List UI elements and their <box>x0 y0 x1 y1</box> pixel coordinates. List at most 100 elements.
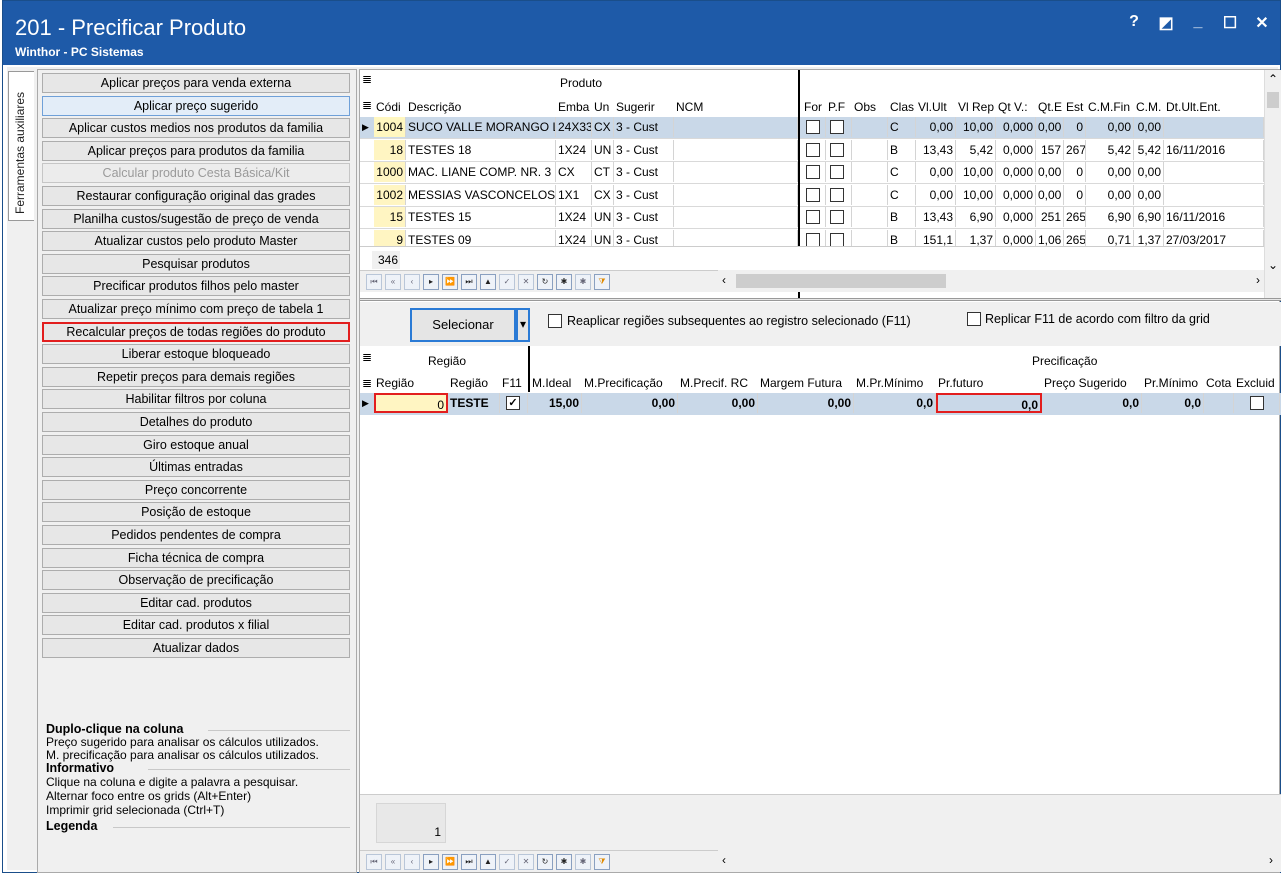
action-button-13[interactable]: Repetir preços para demais regiões <box>42 366 350 387</box>
nav-refresh-icon[interactable]: ↻ <box>537 854 553 870</box>
product-hscrollbar[interactable]: ‹ › <box>718 270 1264 292</box>
minimize-icon[interactable]: _ <box>1190 13 1206 33</box>
nav-last-icon[interactable]: ⏭ <box>461 854 477 870</box>
checkbox[interactable] <box>830 187 844 202</box>
action-button-18[interactable]: Preço concorrente <box>42 479 350 500</box>
nav-next-page-icon[interactable]: ⏩ <box>442 854 458 870</box>
action-button-21[interactable]: Ficha técnica de compra <box>42 547 350 568</box>
product-col-header[interactable]: Qt.E <box>1038 100 1064 114</box>
scroll-up-icon[interactable]: ⌃ <box>1268 72 1278 86</box>
region-hscrollbar[interactable]: ‹ › <box>718 850 1281 872</box>
nav-prev-page-icon[interactable]: « <box>385 854 401 870</box>
action-button-8[interactable]: Pesquisar produtos <box>42 253 350 274</box>
action-button-14[interactable]: Habilitar filtros por coluna <box>42 389 350 410</box>
restore-icon[interactable]: ◩ <box>1158 13 1174 33</box>
product-col-header[interactable]: C.M. <box>1136 100 1164 114</box>
product-col-header[interactable]: Obs <box>854 100 888 114</box>
nav-filter-icon[interactable]: ⧩ <box>594 854 610 870</box>
action-button-1[interactable]: Aplicar preço sugerido <box>42 95 350 116</box>
nav-first-icon[interactable]: ⏮ <box>366 274 382 290</box>
checkbox[interactable] <box>806 233 820 247</box>
product-col-header[interactable]: Clas <box>890 100 916 114</box>
checkbox[interactable] <box>830 233 844 247</box>
product-col-header[interactable]: P.F <box>828 100 852 114</box>
product-col-header[interactable]: Descrição <box>408 100 556 114</box>
nav-delete-icon[interactable]: ✱ <box>575 854 591 870</box>
maximize-icon[interactable]: ☐ <box>1222 13 1238 33</box>
region-col-header[interactable]: Preço Sugerido <box>1044 376 1142 390</box>
action-button-24[interactable]: Editar cad. produtos x filial <box>42 615 350 636</box>
action-button-7[interactable]: Atualizar custos pelo produto Master <box>42 231 350 252</box>
region-col-header[interactable]: Região <box>450 376 500 390</box>
product-col-header[interactable]: Códi <box>376 100 406 114</box>
nav-insert-icon[interactable]: ✱ <box>556 274 572 290</box>
region-col-header[interactable]: Excluid <box>1236 376 1280 390</box>
table-row[interactable]: 1002 MESSIAS VASCONCELOS 1X1 CX 3 - Cust C 0,0… <box>360 184 1264 207</box>
table-row[interactable]: 18 TESTES 18 1X24 UN 3 - Cust B 13,43 5,42 0,000… <box>360 139 1264 162</box>
action-button-16[interactable]: Giro estoque anual <box>42 434 350 455</box>
action-button-2[interactable]: Aplicar custos medios nos produtos da fa… <box>42 118 350 139</box>
product-vscrollbar[interactable]: ⌃ ⌄ <box>1264 70 1281 300</box>
product-col-header[interactable]: Est <box>1066 100 1086 114</box>
product-col-header[interactable]: Un <box>594 100 614 114</box>
select-button[interactable]: Selecionar <box>410 308 516 342</box>
nav-insert-icon[interactable]: ✱ <box>556 854 572 870</box>
nav-delete-icon[interactable]: ✱ <box>575 274 591 290</box>
table-row[interactable]: ▶ 1004 SUCO VALLE MORANGO LA 24X33 CX 3 - Cus… <box>360 117 1264 139</box>
checkbox[interactable] <box>806 187 820 202</box>
title-bar[interactable]: 201 - Precificar Produto Winthor - PC Si… <box>3 1 1280 65</box>
region-col-header[interactable]: M.Pr.Mínimo <box>856 376 936 390</box>
action-button-6[interactable]: Planilha custos/sugestão de preço de ven… <box>42 208 350 229</box>
product-col-header[interactable]: Sugerir <box>616 100 674 114</box>
nav-prev-page-icon[interactable]: « <box>385 274 401 290</box>
region-col-header[interactable]: Margem Futura <box>760 376 854 390</box>
action-button-23[interactable]: Editar cad. produtos <box>42 592 350 613</box>
nav-first-icon[interactable]: ⏮ <box>366 854 382 870</box>
region-col-header[interactable]: M.Precif. RC <box>680 376 758 390</box>
action-button-19[interactable]: Posição de estoque <box>42 502 350 523</box>
table-row[interactable]: 15 TESTES 15 1X24 UN 3 - Cust B 13,43 6,90 0,000… <box>360 207 1264 230</box>
product-col-header[interactable]: Vl.Ult <box>918 100 956 114</box>
close-icon[interactable]: ✕ <box>1254 13 1270 33</box>
product-col-header[interactable]: For <box>804 100 826 114</box>
scroll-thumb[interactable] <box>736 274 946 288</box>
scroll-right-icon[interactable]: › <box>1269 853 1273 867</box>
product-col-header[interactable]: Vl Rep <box>958 100 996 114</box>
action-button-5[interactable]: Restaurar configuração original das grad… <box>42 186 350 206</box>
table-row[interactable]: 1000 MAC. LIANE COMP. NR. 3 CX CT 3 - Cust C 0… <box>360 162 1264 185</box>
checkbox[interactable] <box>830 165 844 180</box>
nav-up-icon[interactable]: ▲ <box>480 854 496 870</box>
action-button-10[interactable]: Atualizar preço mínimo com preço de tabe… <box>42 299 350 319</box>
nav-refresh-icon[interactable]: ↻ <box>537 274 553 290</box>
region-col-header[interactable]: Pr.Mínimo <box>1144 376 1204 390</box>
checkbox[interactable] <box>806 165 820 180</box>
action-button-20[interactable]: Pedidos pendentes de compra <box>42 525 350 545</box>
scroll-right-icon[interactable]: › <box>1256 273 1260 287</box>
checkbox[interactable] <box>806 120 820 134</box>
product-col-header[interactable]: Dt.Ult.Ent. <box>1166 100 1264 114</box>
nav-last-icon[interactable]: ⏭ <box>461 274 477 290</box>
region-col-header[interactable]: M.Ideal <box>532 376 582 390</box>
grid-menu-icon[interactable]: ≣ <box>362 72 372 88</box>
action-button-25[interactable]: Atualizar dados <box>42 638 350 658</box>
nav-next-icon[interactable]: ▸ <box>423 274 439 290</box>
nav-next-icon[interactable]: ▸ <box>423 854 439 870</box>
checkbox[interactable] <box>830 142 844 157</box>
checkbox[interactable] <box>830 120 844 134</box>
action-button-0[interactable]: Aplicar preços para venda externa <box>42 73 350 93</box>
region-col-header[interactable]: F11 <box>502 376 528 390</box>
action-button-12[interactable]: Liberar estoque bloqueado <box>42 344 350 365</box>
nav-post-icon[interactable]: ✓ <box>499 274 515 290</box>
nav-prev-icon[interactable]: ‹ <box>404 274 420 290</box>
grid-menu-icon[interactable]: ≣ <box>362 350 372 364</box>
scroll-down-icon[interactable]: ⌄ <box>1268 258 1278 272</box>
action-button-22[interactable]: Observação de precificação <box>42 570 350 591</box>
excluded-checkbox[interactable] <box>1250 396 1264 410</box>
action-button-9[interactable]: Precificar produtos filhos pelo master <box>42 276 350 297</box>
action-button-17[interactable]: Últimas entradas <box>42 457 350 478</box>
checkbox[interactable] <box>806 142 820 157</box>
replicate-checkbox[interactable] <box>967 312 981 326</box>
grid-menu-icon[interactable]: ≣ <box>362 376 372 390</box>
action-button-11[interactable]: Recalcular preços de todas regiões do pr… <box>42 321 350 342</box>
nav-cancel-icon[interactable]: ✕ <box>518 274 534 290</box>
